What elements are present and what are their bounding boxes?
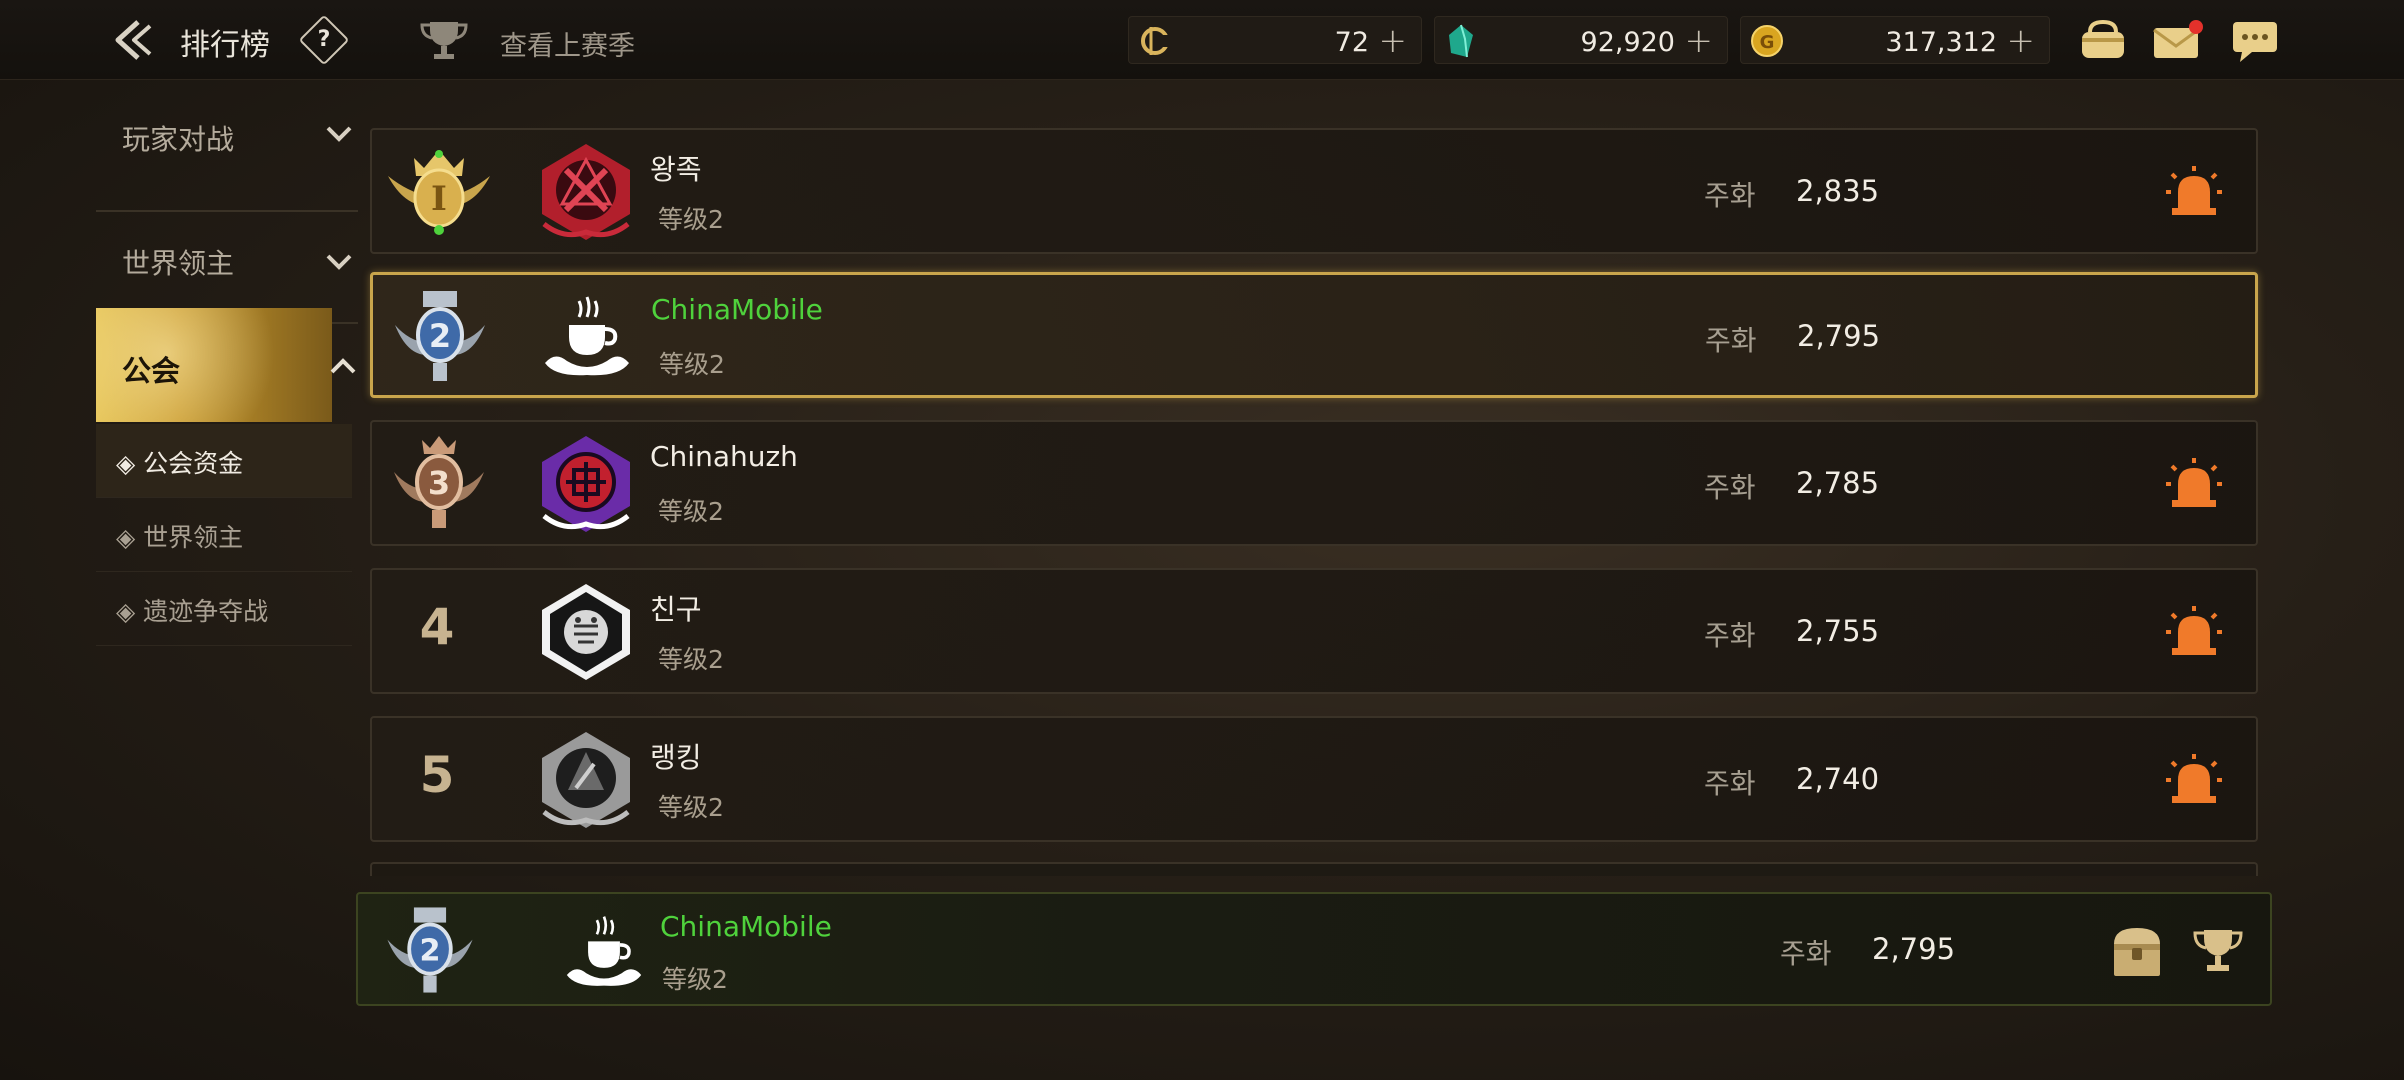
- rank-number: 5: [419, 746, 455, 804]
- score-label: 주화: [1705, 324, 1757, 357]
- guild-name: 랭킹: [650, 741, 702, 774]
- my-score-label: 주화: [1780, 937, 1832, 970]
- mail-notification-dot: [2189, 20, 2203, 34]
- add-stamina-button[interactable]: +: [1379, 21, 1408, 61]
- mail-icon[interactable]: [2152, 18, 2204, 62]
- reward-chest-icon[interactable]: [2110, 922, 2164, 980]
- gold-rank-badge-icon: I: [388, 150, 490, 235]
- silver-rank-badge-icon: 2: [395, 291, 485, 381]
- prev-season-link[interactable]: 查看上赛季: [500, 24, 635, 63]
- chat-icon[interactable]: [2230, 16, 2280, 64]
- score-value: 2,740: [1796, 762, 1880, 796]
- guild-level: 等级2: [658, 645, 724, 674]
- gem-icon: [1449, 24, 1473, 58]
- gold-coin-icon: G: [1751, 25, 1783, 57]
- ranking-row[interactable]: 5 랭킹 等级2 주화 2,740: [370, 716, 2258, 842]
- wallet-icon[interactable]: [2078, 16, 2128, 64]
- report-alarm-icon[interactable]: [2164, 752, 2224, 806]
- sidebar: 玩家对战 世界领主: [96, 100, 358, 324]
- svg-text:I: I: [431, 179, 447, 219]
- sub-item-world-boss[interactable]: ◈ 世界领主: [96, 498, 352, 572]
- my-guild-name: ChinaMobile: [660, 910, 832, 943]
- guild-level: 等级2: [658, 497, 724, 526]
- sidebar-item-label: 世界领主: [122, 247, 235, 280]
- chevron-down-icon: [326, 126, 352, 142]
- guild-name: 왕족: [650, 153, 702, 186]
- trophy-icon[interactable]: [2190, 924, 2246, 976]
- guild-level: 等级2: [658, 793, 724, 822]
- report-alarm-icon[interactable]: [2164, 456, 2224, 510]
- report-alarm-icon[interactable]: [2164, 164, 2224, 218]
- my-score-value: 2,795: [1872, 932, 1956, 966]
- sub-item-label: ◈ 遗迹争夺战: [116, 597, 269, 626]
- score-value: 2,795: [1797, 319, 1881, 353]
- rank-number: 4: [419, 598, 455, 656]
- sub-item-label: ◈ 世界领主: [116, 523, 244, 552]
- top-bar: 排行榜 ? 查看上赛季 72 + 92,920 + G 317,312 +: [0, 0, 2404, 80]
- ranking-row[interactable]: I 왕족 等级2 주화 2,835: [370, 128, 2258, 254]
- svg-text:2: 2: [429, 317, 451, 355]
- ranking-row-highlighted[interactable]: 2 ChinaMobile 等级2 주화 2,795: [370, 272, 2258, 398]
- score-label: 주화: [1704, 767, 1756, 800]
- gold-value: 317,312: [1885, 27, 1997, 58]
- sidebar-item-label: 公会: [122, 354, 181, 388]
- sidebar-item-pvp[interactable]: 玩家对战: [96, 100, 358, 212]
- my-guild-level: 等级2: [662, 965, 728, 994]
- help-symbol: ?: [317, 27, 331, 52]
- score-value: 2,785: [1796, 466, 1880, 500]
- guild-emblem-icon: [542, 144, 630, 240]
- silver-rank-badge-icon: 2: [387, 907, 473, 993]
- guild-emblem-icon: [542, 584, 630, 680]
- gem-value: 92,920: [1580, 27, 1675, 58]
- ranking-row[interactable]: 3 Chinahuzh 等级2 주화 2,785: [370, 420, 2258, 546]
- sidebar-item-label: 玩家对战: [122, 123, 235, 156]
- guild-emblem-icon: [545, 296, 629, 376]
- stamina-currency: 72 +: [1128, 16, 1422, 64]
- report-alarm-icon[interactable]: [2164, 604, 2224, 658]
- svg-text:G: G: [1760, 32, 1775, 53]
- my-guild-bar: 2 ChinaMobile 等级2 주화 2,795: [356, 892, 2272, 1006]
- score-label: 주화: [1704, 471, 1756, 504]
- score-value: 2,835: [1796, 174, 1880, 208]
- gem-currency: 92,920 +: [1434, 16, 1728, 64]
- page-title: 排行榜: [180, 28, 270, 63]
- sub-item-ruins-battle[interactable]: ◈ 遗迹争夺战: [96, 572, 352, 646]
- sub-item-label: ◈ 公会资金: [116, 449, 244, 478]
- guild-name: ChinaMobile: [651, 293, 823, 326]
- guild-level: 等级2: [659, 350, 725, 379]
- score-label: 주화: [1704, 619, 1756, 652]
- bronze-rank-badge-icon: 3: [394, 436, 484, 528]
- score-value: 2,755: [1796, 614, 1880, 648]
- score-label: 주화: [1704, 179, 1756, 212]
- chevron-up-icon[interactable]: [328, 354, 358, 378]
- guild-name: 친구: [650, 593, 702, 626]
- gold-currency: G 317,312 +: [1740, 16, 2050, 64]
- trophy-icon[interactable]: [418, 16, 470, 64]
- ranking-row[interactable]: 4 친구 等级2 주화 2,755: [370, 568, 2258, 694]
- sidebar-item-guild[interactable]: 公会: [96, 308, 332, 422]
- ranking-row-partial: [370, 862, 2258, 876]
- guild-name: Chinahuzh: [650, 440, 798, 473]
- svg-text:2: 2: [419, 933, 440, 968]
- svg-text:3: 3: [428, 464, 450, 502]
- help-icon[interactable]: ?: [298, 14, 350, 66]
- sub-item-guild-funds[interactable]: ◈ 公会资金: [96, 424, 352, 498]
- stamina-value: 72: [1334, 27, 1369, 58]
- add-gem-button[interactable]: +: [1685, 21, 1714, 61]
- guild-emblem-icon: [566, 916, 642, 986]
- guild-level: 等级2: [658, 205, 724, 234]
- chevron-down-icon: [326, 254, 352, 270]
- add-gold-button[interactable]: +: [2007, 21, 2036, 61]
- stamina-icon: [1141, 27, 1173, 55]
- guild-emblem-icon: [542, 436, 630, 532]
- guild-emblem-icon: [542, 732, 630, 828]
- back-arrow-icon[interactable]: [108, 16, 158, 64]
